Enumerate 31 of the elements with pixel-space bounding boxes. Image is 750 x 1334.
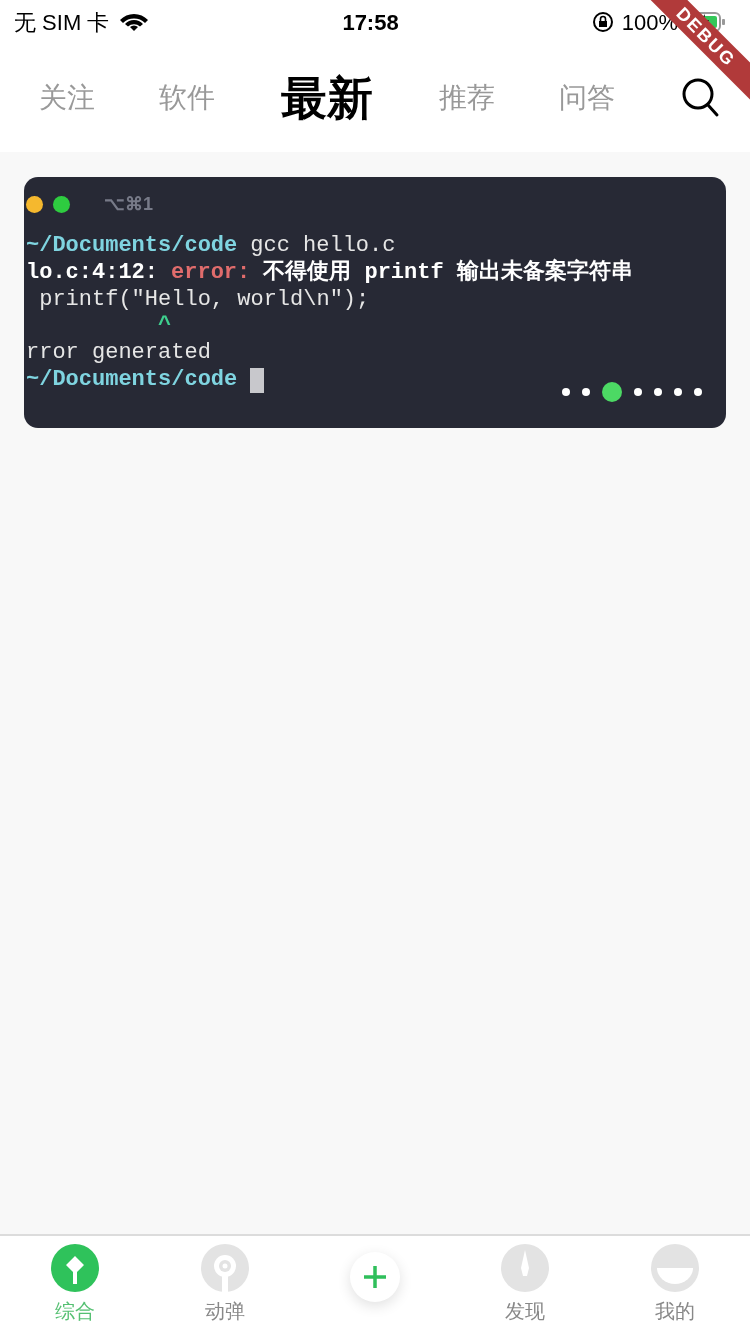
plus-icon	[362, 1264, 388, 1290]
wifi-icon	[119, 11, 150, 33]
text-cursor	[250, 367, 265, 393]
target-icon	[201, 1244, 249, 1292]
needle-icon	[501, 1244, 549, 1292]
terminal-text: lo.c:4:12:	[26, 259, 159, 287]
category-tab[interactable]: 最新	[247, 63, 407, 133]
terminal-text: 不得使用 printf 输出未备案字符串	[263, 259, 633, 287]
category-tab[interactable]: 软件	[127, 77, 247, 119]
terminal-text: rror generated	[26, 340, 211, 367]
half-circle-icon	[651, 1244, 699, 1292]
carrier-text: 无 SIM 卡	[14, 8, 110, 37]
nav-tab[interactable]: 我的	[651, 1244, 699, 1326]
nav-tab[interactable]: 动弹	[201, 1244, 249, 1326]
rotation-lock-icon	[591, 11, 614, 33]
search-icon[interactable]	[682, 78, 720, 118]
terminal-text: gcc hello.c	[250, 233, 396, 260]
category-tab[interactable]: 问答	[527, 77, 647, 119]
clock-time: 17:58	[342, 8, 399, 37]
diamond-pin-icon	[51, 1244, 99, 1292]
nav-tab[interactable]: 综合	[51, 1244, 99, 1326]
shortcut-label: ⌥⌘1	[104, 192, 153, 216]
terminal-text: error:	[171, 259, 251, 287]
category-tab[interactable]: 推荐	[407, 77, 527, 119]
terminal-text: ^	[157, 313, 172, 341]
terminal-text: ~/Documents/code	[26, 367, 238, 394]
terminal-text: ~/Documents/code	[26, 233, 238, 260]
terminal-text: printf("Hello, world\n");	[38, 286, 370, 314]
nav-tab[interactable]: 发现	[501, 1244, 549, 1326]
category-tab[interactable]: 关注	[7, 77, 127, 119]
terminal-banner[interactable]: ⌥⌘1 ~/Documents/code gcc hello.c lo.c:4:12: error: 不得使用 printf 输出未备案字符串 printf("Hello, world\n"); ^ rror generated ~/Documents/code	[24, 177, 726, 428]
